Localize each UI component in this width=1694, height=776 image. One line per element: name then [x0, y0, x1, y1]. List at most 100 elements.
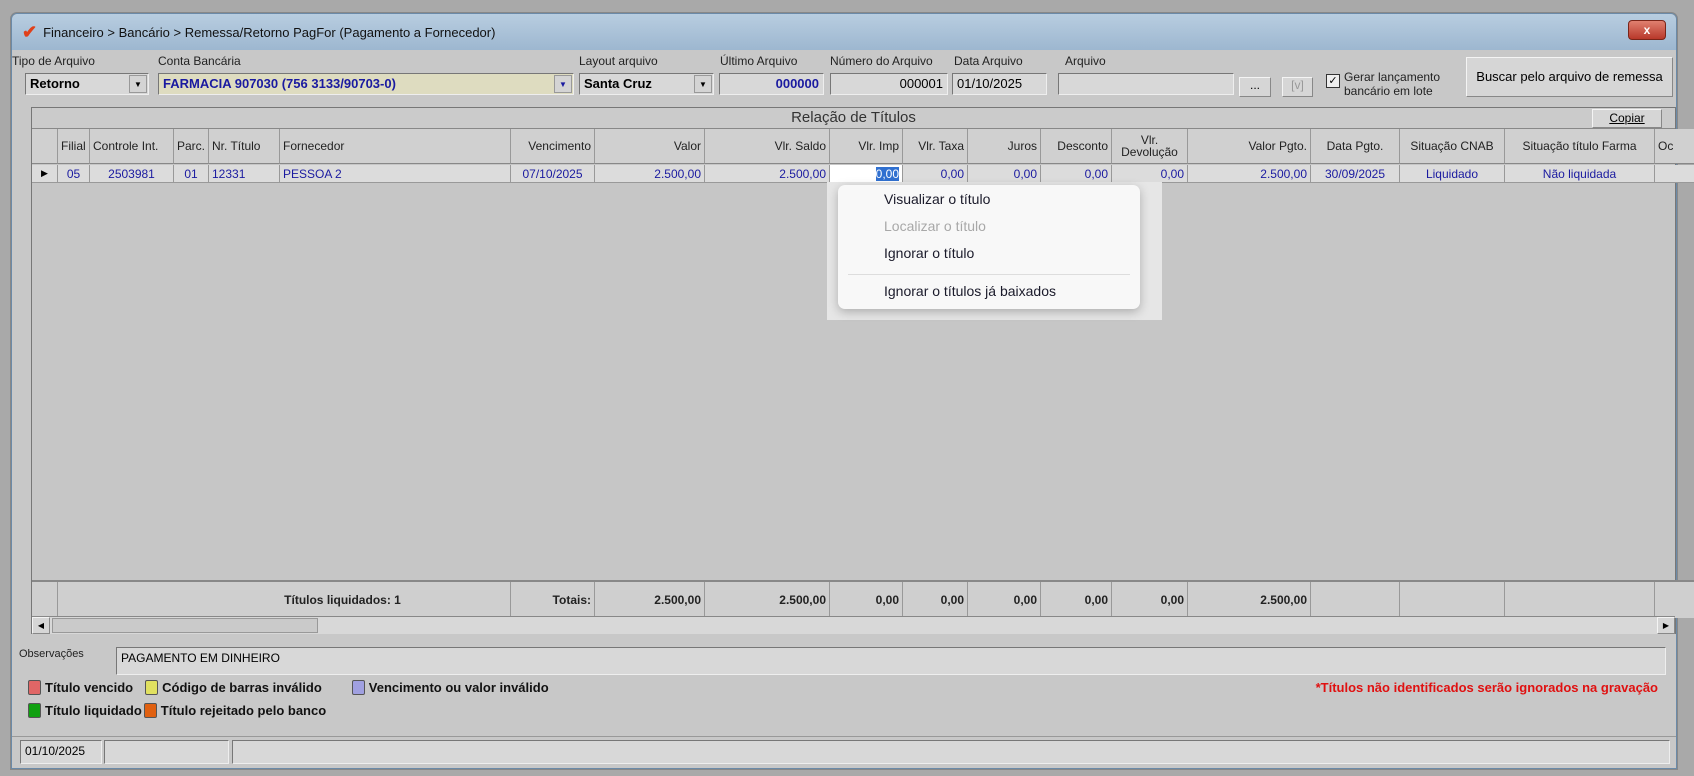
legend-label: Vencimento ou valor inválido [368, 680, 549, 695]
column-header[interactable]: Vlr. Imp [830, 129, 903, 164]
scrollbar-thumb[interactable] [52, 618, 318, 633]
chevron-down-icon[interactable]: ▼ [554, 75, 572, 93]
horizontal-scrollbar[interactable]: ◀ ▶ [32, 616, 1675, 634]
gerar-label-2: bancário em lote [1344, 84, 1433, 98]
table-cell[interactable]: 05 [58, 165, 90, 183]
table-cell[interactable]: 2.500,00 [705, 165, 830, 183]
table-cell[interactable]: 0,00 [1041, 165, 1112, 183]
status-panel-2 [104, 740, 229, 764]
column-header[interactable]: Vlr. Saldo [705, 129, 830, 164]
column-header[interactable]: Data Pgto. [1311, 129, 1400, 164]
table-cell[interactable]: 2.500,00 [595, 165, 705, 183]
verify-button[interactable]: [v] [1282, 77, 1313, 97]
gerar-label-1: Gerar lançamento [1344, 70, 1441, 84]
legend-label: Título vencido [45, 680, 134, 695]
chevron-down-icon[interactable]: ▼ [129, 75, 147, 93]
scroll-left-icon[interactable]: ◀ [32, 617, 50, 634]
column-header[interactable]: Vencimento [511, 129, 595, 164]
table-cell[interactable]: 12331 [209, 165, 280, 183]
menu-divider [848, 274, 1130, 275]
column-header[interactable]: Valor Pgto. [1188, 129, 1311, 164]
numero-label: Número do Arquivo [830, 54, 933, 68]
column-header[interactable]: Filial [58, 129, 90, 164]
buscar-remessa-button[interactable]: Buscar pelo arquivo de remessa [1466, 57, 1673, 97]
data-field[interactable]: 01/10/2025 [952, 73, 1047, 95]
app-logo-icon: ✔ [22, 21, 38, 42]
total-pgto: 2.500,00 [1188, 582, 1311, 618]
column-header[interactable]: Vlr. Taxa [903, 129, 968, 164]
table-cell[interactable]: 0,00 [830, 165, 903, 183]
table-cell[interactable]: 2.500,00 [1188, 165, 1311, 183]
conta-select[interactable]: FARMACIA 907030 (756 3133/90703-0) ▼ [158, 73, 574, 95]
table-cell[interactable]: 30/09/2025 [1311, 165, 1400, 183]
menu-item-ignorar-baixados[interactable]: Ignorar o títulos já baixados [884, 283, 1056, 299]
grid-header: Filial Controle Int. Parc. Nr. Título Fornec… [32, 129, 1694, 164]
row-indicator-icon[interactable]: ▶ [32, 165, 58, 183]
legend-item: Título rejeitado pelo banco [143, 703, 327, 718]
menu-item-visualizar[interactable]: Visualizar o título [884, 191, 990, 207]
table-cell[interactable]: Liquidado [1400, 165, 1505, 183]
legend-label: Título liquidado [45, 703, 142, 718]
table-cell[interactable]: 0,00 [903, 165, 968, 183]
column-header[interactable]: Oc [1655, 129, 1694, 164]
totals-row: Títulos liquidados: 1 Totais: 2.500,00 2.50… [32, 580, 1694, 618]
titulos-liquidados: Títulos liquidados: 1 [58, 582, 511, 618]
table-cell[interactable]: PESSOA 2 [280, 165, 511, 183]
layout-value: Santa Cruz [584, 76, 652, 91]
column-header[interactable]: Fornecedor [280, 129, 511, 164]
column-header[interactable]: Situação título Farma [1505, 129, 1655, 164]
title-bar: ✔ Financeiro > Bancário > Remessa/Retorn… [12, 14, 1676, 50]
column-header[interactable]: Nr. Título [209, 129, 280, 164]
window: ✔ Financeiro > Bancário > Remessa/Retorn… [11, 13, 1694, 769]
column-header[interactable]: Vlr. Devolução [1112, 129, 1188, 164]
legend-label: Código de barras inválido [162, 680, 322, 695]
column-header[interactable]: Juros [968, 129, 1041, 164]
table-cell[interactable]: 0,00 [1112, 165, 1188, 183]
layout-select[interactable]: Santa Cruz ▼ [579, 73, 714, 95]
legend-label: Título rejeitado pelo banco [160, 703, 327, 718]
total-devolucao: 0,00 [1112, 582, 1188, 618]
total-juros: 0,00 [968, 582, 1041, 618]
totals-label: Totais: [511, 582, 595, 618]
obs-label: Observações [19, 648, 84, 660]
status-panel-3 [232, 740, 1670, 764]
ultimo-field[interactable]: 000000 [719, 73, 824, 95]
close-button[interactable]: x [1628, 20, 1666, 40]
column-header[interactable]: Situação CNAB [1400, 129, 1505, 164]
window-title: Financeiro > Bancário > Remessa/Retorno … [43, 24, 496, 40]
legend-swatch-icon [143, 703, 157, 718]
menu-item-localizar: Localizar o título [884, 218, 986, 234]
arquivo-field[interactable] [1058, 73, 1234, 95]
grid-title: Relação de Títulos [32, 108, 1675, 129]
legend-swatch-icon [351, 680, 365, 695]
browse-button[interactable]: ... [1239, 77, 1271, 97]
status-date: 01/10/2025 [20, 740, 102, 764]
chevron-down-icon[interactable]: ▼ [694, 75, 712, 93]
table-cell[interactable]: 07/10/2025 [511, 165, 595, 183]
total-desconto: 0,00 [1041, 582, 1112, 618]
context-menu: Visualizar o título Localizar o título I… [838, 185, 1140, 309]
copy-button[interactable]: Copiar [1592, 109, 1662, 128]
obs-field[interactable]: PAGAMENTO EM DINHEIRO [116, 647, 1666, 675]
column-header[interactable]: Controle Int. [90, 129, 174, 164]
layout-label: Layout arquivo [579, 54, 658, 68]
table-row[interactable]: ▶ 05 2503981 01 12331 PESSOA 2 07/10/2025 2.500… [32, 165, 1694, 183]
table-cell[interactable]: 0,00 [968, 165, 1041, 183]
tipo-select[interactable]: Retorno ▼ [25, 73, 149, 95]
menu-item-ignorar[interactable]: Ignorar o título [884, 245, 974, 261]
selected-cell-text[interactable]: 0,00 [875, 166, 899, 181]
column-header[interactable]: Desconto [1041, 129, 1112, 164]
table-cell[interactable]: 2503981 [90, 165, 174, 183]
table-cell[interactable]: Não liquidada [1505, 165, 1655, 183]
column-header[interactable]: Valor [595, 129, 705, 164]
table-cell[interactable]: 01 [174, 165, 209, 183]
arquivo-label: Arquivo [1065, 54, 1106, 68]
gerar-checkbox[interactable]: ✓ [1326, 74, 1340, 88]
legend-swatch-icon [28, 680, 41, 695]
scroll-right-icon[interactable]: ▶ [1657, 617, 1675, 634]
column-header[interactable]: Parc. [174, 129, 209, 164]
numero-field[interactable]: 000001 [830, 73, 948, 95]
legend-item: Vencimento ou valor inválido [351, 680, 549, 695]
table-cell[interactable] [1655, 165, 1694, 183]
legend-swatch-icon [145, 680, 159, 695]
